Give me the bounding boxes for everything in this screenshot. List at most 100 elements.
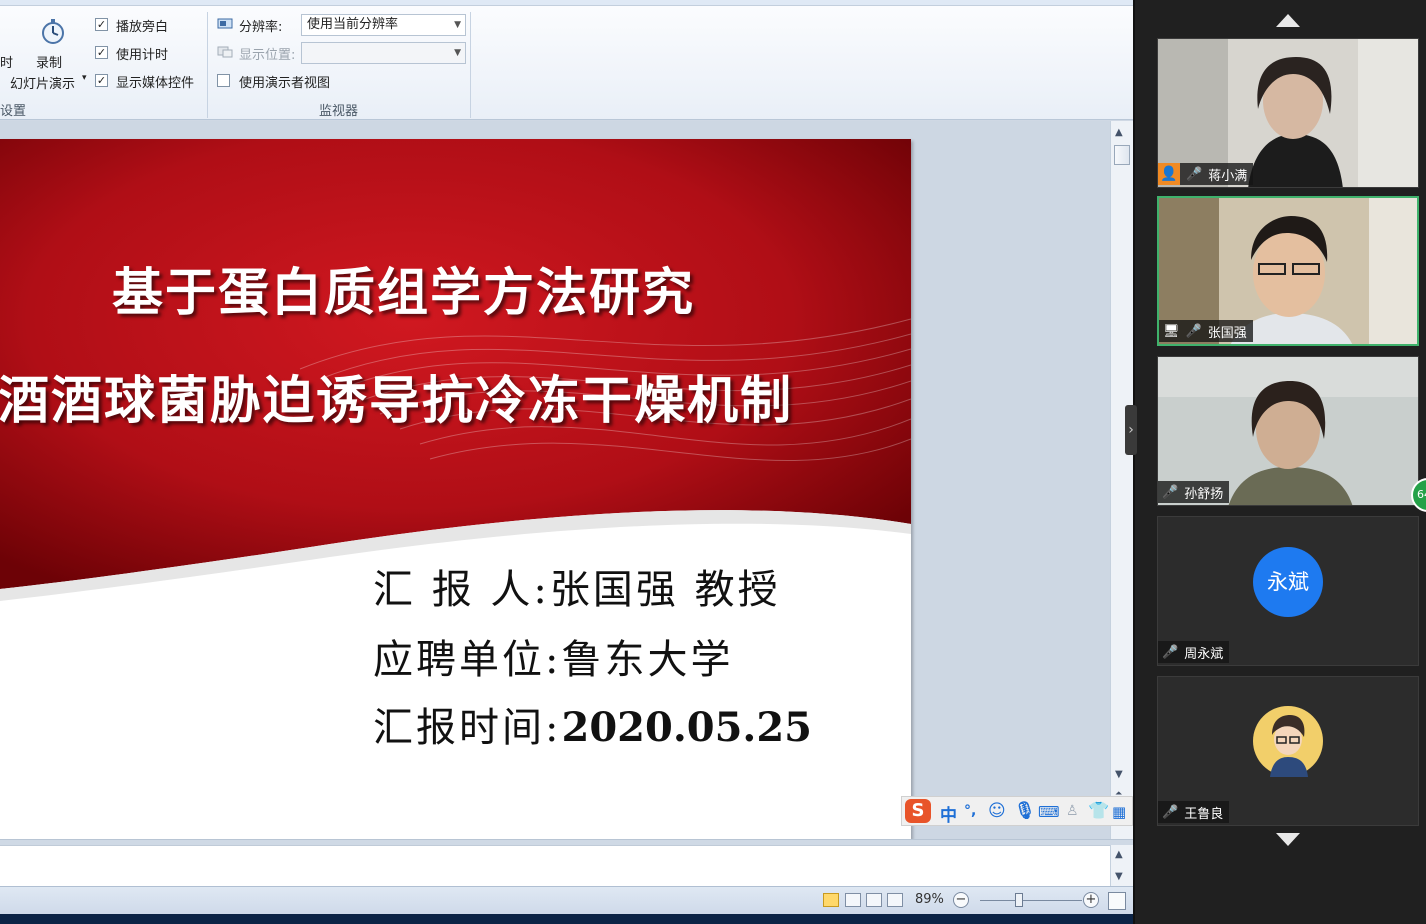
participant-name-tag: 🖥 🎤 张国强 xyxy=(1159,320,1253,342)
notes-scrollbar[interactable]: ▲ ▼ xyxy=(1110,845,1133,886)
reporter-value: 张国强 教授 xyxy=(549,567,781,613)
reporter-label: 汇 报 人: xyxy=(373,567,550,613)
scroll-down-icon[interactable] xyxy=(1276,833,1300,846)
time-line: 汇报时间:2020.05.25 xyxy=(373,695,812,753)
scroll-up-icon[interactable]: ▲ xyxy=(1115,127,1123,138)
participant-avatar xyxy=(1253,706,1323,777)
scroll-up-icon[interactable] xyxy=(1276,14,1300,27)
play-narrations-checkbox[interactable]: ✓ 播放旁白 xyxy=(95,16,205,35)
zoom-level[interactable]: 89% xyxy=(915,892,944,907)
resolution-value: 使用当前分辨率 xyxy=(307,17,399,32)
emoji-icon[interactable]: ☺ xyxy=(988,801,1006,821)
group-divider xyxy=(207,12,208,118)
powerpoint-window: 时 录制 幻灯片演示 ▾ 设置 ✓ 播放旁白 ✓ 使用计时 ✓ 显示媒体控件 分… xyxy=(0,0,1133,924)
participant-name: 王鲁良 xyxy=(1184,806,1224,822)
show-media-controls-label: 显示媒体控件 xyxy=(116,76,195,91)
microphone-icon[interactable]: 🎙 xyxy=(1014,801,1036,821)
participant-tile[interactable]: 🖥 🎤 张国强 xyxy=(1157,196,1419,346)
mic-on-icon: 🎤 xyxy=(1162,484,1179,500)
use-timings-checkbox[interactable]: ✓ 使用计时 xyxy=(95,44,205,63)
monitors-group-label: 监视器 xyxy=(319,104,359,119)
keyboard-icon[interactable]: ⌨ xyxy=(1038,803,1060,821)
scroll-down-icon[interactable]: ▼ xyxy=(1115,769,1123,780)
presenter-view-checkbox[interactable]: 使用演示者视图 xyxy=(217,72,377,91)
chevron-down-icon: ▾ xyxy=(82,73,87,83)
participant-avatar: 永斌 xyxy=(1253,547,1323,617)
slide[interactable]: 基于蛋白质组学方法研究 酒酒球菌胁迫诱导抗冷冻干燥机制 汇 报 人:张国强 教授… xyxy=(0,139,911,839)
unit-line: 应聘单位:鲁东大学 xyxy=(373,627,733,685)
user-icon[interactable]: ♙ xyxy=(1066,803,1079,819)
group-divider xyxy=(470,12,471,118)
participant-name: 张国强 xyxy=(1207,325,1247,341)
show-on-dropdown[interactable]: ▼ xyxy=(301,42,466,64)
setup-group-label: 设置 xyxy=(0,104,27,119)
presenter-view-label: 使用演示者视图 xyxy=(239,76,331,91)
participant-panel: › 👤 🎤 蒋小满 🖥 🎤 张国强 🎤 孙舒扬 永斌 🎤 周永斌 🎤 王鲁良 6 xyxy=(1125,0,1426,924)
notes-pane[interactable] xyxy=(0,845,1110,886)
participant-name-tag: 🎤 王鲁良 xyxy=(1158,801,1230,823)
use-timings-label: 使用计时 xyxy=(116,48,169,63)
time-label: 汇报时间: xyxy=(373,705,562,751)
host-icon: 👤 xyxy=(1158,163,1180,185)
resolution-label: 分辨率: xyxy=(239,20,283,35)
mic-muted-icon: 🎤 xyxy=(1162,804,1179,820)
participant-tile[interactable]: 永斌 🎤 周永斌 xyxy=(1157,516,1419,666)
scroll-up-icon[interactable]: ▲ xyxy=(1115,849,1123,860)
scroll-thumb[interactable] xyxy=(1114,145,1130,165)
normal-view-icon[interactable] xyxy=(823,893,839,907)
ime-punctuation-toggle[interactable]: °, xyxy=(964,803,976,819)
participant-tile[interactable]: 👤 🎤 蒋小满 xyxy=(1157,38,1419,188)
fit-to-window-icon[interactable] xyxy=(1108,892,1126,910)
collapse-panel-button[interactable]: › xyxy=(1125,405,1137,455)
participant-name-tag: 👤 🎤 蒋小满 xyxy=(1158,163,1254,185)
unit-label: 应聘单位: xyxy=(373,637,562,683)
record-slideshow-button[interactable]: 录制 xyxy=(34,14,74,74)
participant-tile[interactable]: 🎤 孙舒扬 xyxy=(1157,356,1419,506)
slide-title-line2: 酒酒球菌胁迫诱导抗冷冻干燥机制 xyxy=(0,371,794,431)
sogou-logo-icon[interactable]: S xyxy=(905,799,931,823)
ime-toolbar[interactable]: S 中 °, ☺ 🎙 ⌨ ♙ 👕 ▦ xyxy=(901,796,1133,826)
time-value: 2020.05.25 xyxy=(561,704,812,751)
chevron-down-icon: ▼ xyxy=(454,20,461,30)
slide-editing-area: 基于蛋白质组学方法研究 酒酒球菌胁迫诱导抗冷冻干燥机制 汇 报 人:张国强 教授… xyxy=(0,121,1110,839)
participant-tile[interactable]: 🎤 王鲁良 xyxy=(1157,676,1419,826)
reporter-line: 汇 报 人:张国强 教授 xyxy=(373,557,781,615)
zoom-in-icon[interactable]: + xyxy=(1083,892,1099,908)
record-dropdown[interactable]: 幻灯片演示 ▾ xyxy=(10,72,90,92)
vertical-scrollbar[interactable]: ▲ ▼ ⏶ ⏷ xyxy=(1110,121,1133,839)
partial-ribbon-label: 时 xyxy=(0,56,14,71)
participant-name: 周永斌 xyxy=(1184,646,1224,662)
checkbox-checked-icon: ✓ xyxy=(95,18,108,31)
show-on-label: 显示位置: xyxy=(239,48,296,63)
checkbox-unchecked-icon xyxy=(217,74,230,87)
resolution-icon xyxy=(217,18,233,29)
record-label: 录制 xyxy=(36,56,63,71)
reading-view-icon[interactable] xyxy=(866,893,882,907)
scroll-down-icon[interactable]: ▼ xyxy=(1115,871,1123,882)
ime-mode-toggle[interactable]: 中 xyxy=(940,801,957,826)
participant-name-tag: 🎤 孙舒扬 xyxy=(1158,481,1230,503)
toolbox-icon[interactable]: ▦ xyxy=(1112,803,1126,821)
skin-icon[interactable]: 👕 xyxy=(1088,801,1109,821)
slideshow-view-icon[interactable] xyxy=(887,893,903,907)
mic-active-icon: 🎤 xyxy=(1185,323,1202,339)
slide-sorter-icon[interactable] xyxy=(845,893,861,907)
slideshow-ribbon: 时 录制 幻灯片演示 ▾ 设置 ✓ 播放旁白 ✓ 使用计时 ✓ 显示媒体控件 分… xyxy=(0,6,1133,120)
zoom-slider-thumb[interactable] xyxy=(1015,893,1023,907)
checkbox-checked-icon: ✓ xyxy=(95,74,108,87)
zoom-slider-track[interactable] xyxy=(980,900,1082,901)
slideshow-dropdown-label: 幻灯片演示 xyxy=(10,77,76,92)
mic-muted-icon: 🎤 xyxy=(1162,644,1179,660)
resolution-dropdown[interactable]: 使用当前分辨率 ▼ xyxy=(301,14,466,36)
participant-name-tag: 🎤 周永斌 xyxy=(1158,641,1230,663)
show-media-controls-checkbox[interactable]: ✓ 显示媒体控件 xyxy=(95,72,205,91)
screen-share-icon: 🖥 xyxy=(1163,323,1180,339)
participant-name: 孙舒扬 xyxy=(1184,486,1224,502)
play-narrations-label: 播放旁白 xyxy=(116,20,169,35)
zoom-out-icon[interactable]: − xyxy=(953,892,969,908)
chevron-down-icon: ▼ xyxy=(454,48,461,58)
stopwatch-icon xyxy=(42,19,64,44)
checkbox-checked-icon: ✓ xyxy=(95,46,108,59)
unit-value: 鲁东大学 xyxy=(561,637,734,683)
participant-name: 蒋小满 xyxy=(1208,168,1248,184)
